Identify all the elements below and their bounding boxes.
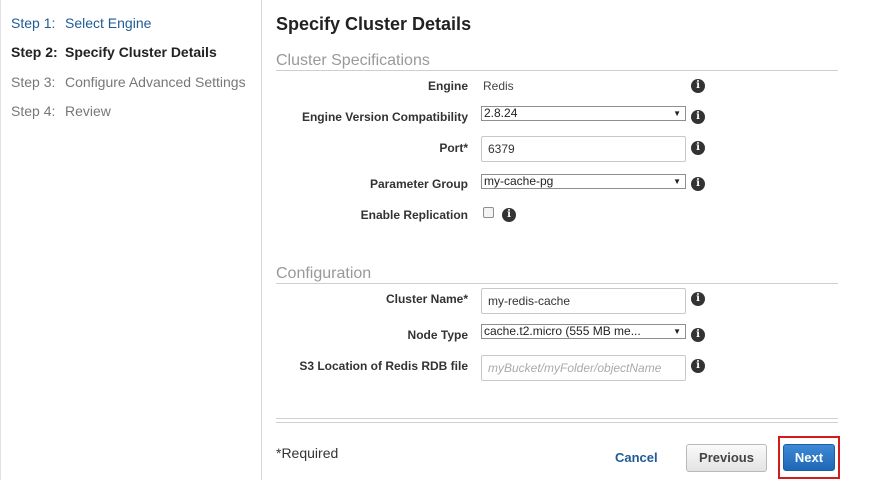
port-input[interactable] — [481, 136, 686, 162]
info-icon[interactable]: i — [691, 141, 705, 155]
info-icon[interactable]: i — [691, 79, 705, 93]
step-number: Step 1: — [11, 15, 56, 31]
footer-divider — [276, 418, 838, 423]
step-number: Step 4: — [11, 103, 56, 119]
node-type-label: Node Type — [407, 328, 468, 342]
required-note: *Required — [276, 445, 339, 461]
node-type-select[interactable]: cache.t2.micro (555 MB me... ▼ — [481, 324, 686, 339]
step-label: Configure Advanced Settings — [65, 74, 246, 90]
wizard-step-2: Step 2: Specify Cluster Details — [11, 44, 217, 60]
parameter-group-select[interactable]: my-cache-pg ▼ — [481, 174, 686, 189]
cluster-name-label: Cluster Name* — [385, 292, 468, 306]
parameter-group-label: Parameter Group — [369, 177, 468, 191]
caret-down-icon: ▼ — [673, 327, 681, 336]
info-icon[interactable]: i — [691, 328, 705, 342]
next-button-highlight: Next — [778, 436, 840, 479]
wizard-step-3: Step 3: Configure Advanced Settings — [11, 74, 246, 90]
wizard-step-4: Step 4: Review — [11, 103, 111, 119]
section-title-configuration: Configuration — [276, 265, 838, 284]
step-label: Specify Cluster Details — [65, 44, 217, 60]
info-icon[interactable]: i — [691, 292, 705, 306]
cluster-name-input[interactable] — [481, 288, 686, 314]
wizard-sidebar: Step 1: Select Engine Step 2: Specify Clus… — [0, 0, 262, 480]
caret-down-icon: ▼ — [673, 109, 681, 118]
info-icon[interactable]: i — [691, 359, 705, 373]
page-title: Specify Cluster Details — [276, 14, 472, 34]
cancel-button[interactable]: Cancel — [615, 450, 658, 465]
info-icon[interactable]: i — [502, 208, 516, 222]
info-icon[interactable]: i — [691, 177, 705, 191]
caret-down-icon: ▼ — [673, 177, 681, 186]
s3-location-input[interactable] — [481, 355, 686, 381]
engine-label: Engine — [427, 79, 468, 93]
engine-version-select[interactable]: 2.8.24 ▼ — [481, 106, 686, 121]
node-type-value: cache.t2.micro (555 MB me... — [484, 324, 641, 338]
info-icon[interactable]: i — [691, 110, 705, 124]
engine-version-label: Engine Version Compatibility — [301, 110, 468, 124]
next-button[interactable]: Next — [783, 444, 835, 471]
engine-version-value: 2.8.24 — [484, 106, 518, 120]
step-number: Step 2: — [11, 44, 58, 60]
step-number: Step 3: — [11, 74, 56, 90]
port-label: Port* — [439, 141, 468, 155]
parameter-group-value: my-cache-pg — [484, 174, 554, 188]
step-label: Review — [65, 103, 111, 119]
previous-button[interactable]: Previous — [686, 444, 767, 472]
s3-location-label: S3 Location of Redis RDB file — [299, 359, 468, 373]
cluster-details-form: Specify Cluster Details Cluster Specific… — [276, 0, 840, 493]
section-title-cluster-specifications: Cluster Specifications — [276, 52, 838, 71]
engine-value: Redis — [483, 79, 514, 93]
enable-replication-label: Enable Replication — [360, 208, 468, 222]
wizard-step-1[interactable]: Step 1: Select Engine — [11, 15, 151, 31]
step-label: Select Engine — [65, 15, 152, 31]
enable-replication-checkbox[interactable] — [483, 207, 494, 218]
